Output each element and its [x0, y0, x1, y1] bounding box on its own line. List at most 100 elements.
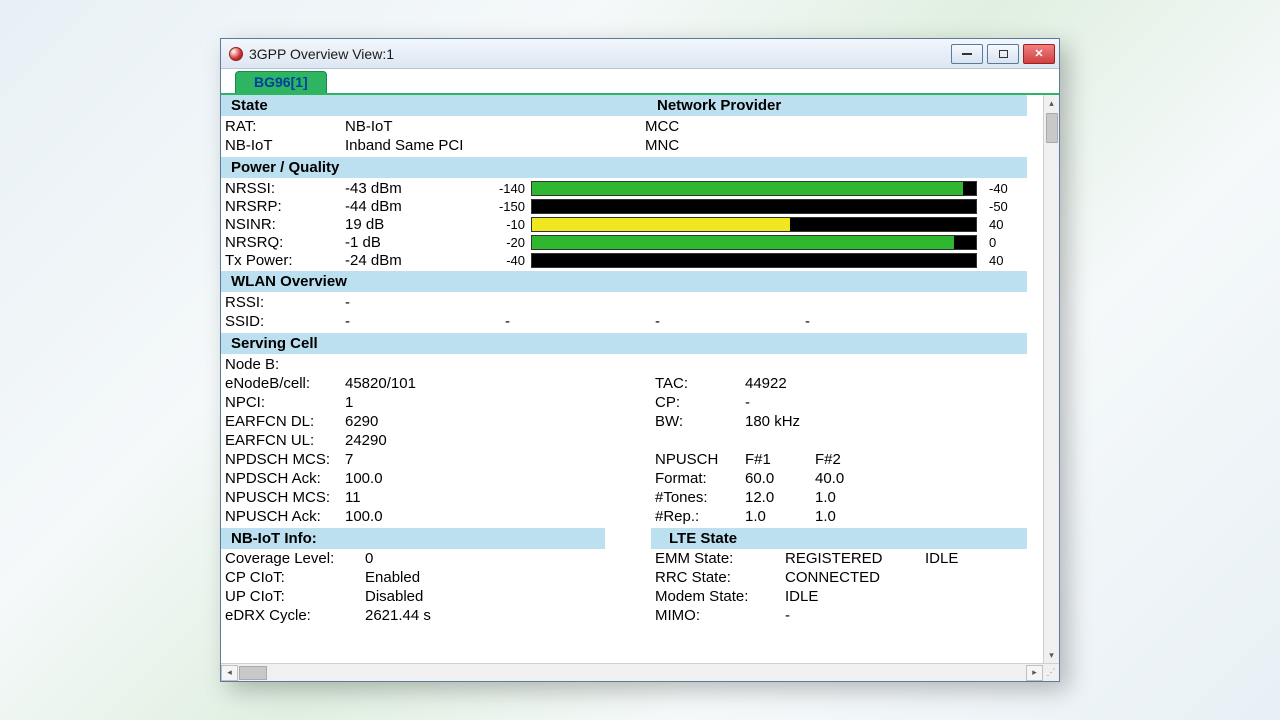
pq-min: -150 [485, 199, 525, 214]
lte-label: RRC State: [655, 569, 785, 588]
nbiot-value: 2621.44 s [365, 607, 485, 626]
vertical-scrollbar[interactable]: ▴ ▾ [1043, 95, 1059, 663]
lte-col: LTE State EMM State:REGISTEREDIDLERRC St… [651, 528, 1027, 628]
serving-row: TAC:44922 [655, 374, 1023, 393]
lte-extra [925, 607, 985, 626]
horizontal-scrollbar[interactable]: ◂ ▸ ⋰ [221, 663, 1059, 681]
serving-row: CP:- [655, 393, 1023, 412]
pq-bar-track [531, 253, 977, 268]
content: State Network Provider RAT: NB-IoT MCC N… [221, 95, 1059, 663]
mcc-label: MCC [645, 118, 865, 135]
resize-grip-icon[interactable]: ⋰ [1043, 665, 1059, 681]
serving-value: 24290 [345, 432, 645, 449]
serving-row: NPDSCH Ack:100.0 [225, 469, 655, 488]
pq-value: -24 dBm [345, 252, 485, 269]
serving-right-col: TAC:44922CP:-BW:180 kHz NPUSCH F#1 F#2 F… [655, 355, 1023, 526]
nbiot-row: CP CIoT:Enabled [225, 569, 647, 588]
ssid-value: - [345, 313, 505, 330]
lte-value: CONNECTED [785, 569, 925, 588]
pq-bar-fill [532, 182, 963, 195]
tab-strip: BG96[1] [221, 69, 1059, 95]
bottom-two-col: NB-IoT Info: Coverage Level:0CP CIoT:Ena… [221, 528, 1027, 628]
npusch-f2: 1.0 [815, 489, 885, 506]
lte-extra [925, 588, 985, 607]
pq-min: -20 [485, 235, 525, 250]
nbiot-value: 0 [365, 550, 485, 569]
network-provider-header: Network Provider [657, 97, 1017, 114]
tab-bg96[interactable]: BG96[1] [235, 71, 327, 93]
scroll-up-icon[interactable]: ▴ [1045, 95, 1059, 111]
pq-value: -43 dBm [345, 180, 485, 197]
pq-bar-fill [532, 236, 954, 249]
serving-cell-header: Serving Cell [231, 335, 1017, 352]
serving-label: TAC: [655, 375, 745, 392]
rssi-value: - [345, 294, 645, 311]
minimize-icon [962, 53, 972, 55]
npusch-label: #Rep.: [655, 508, 745, 525]
lte-row: Modem State:IDLE [655, 588, 1023, 607]
nbiot-row: UP CIoT:Disabled [225, 588, 647, 607]
hscroll-thumb[interactable] [239, 666, 267, 680]
section-header-wlan: WLAN Overview [221, 271, 1027, 292]
serving-value: - [745, 394, 865, 411]
vscroll-thumb[interactable] [1046, 113, 1058, 143]
pq-value: -1 dB [345, 234, 485, 251]
nbiot-value: Enabled [365, 569, 485, 588]
section-header-state: State Network Provider [221, 95, 1027, 116]
power-quality-row: NRSRP:-44 dBm-150-50 [225, 197, 1023, 215]
lte-extra [925, 569, 985, 588]
nbiot-label: Coverage Level: [225, 550, 365, 569]
nbiot-label: CP CIoT: [225, 569, 365, 588]
minimize-button[interactable] [951, 44, 983, 64]
ssid-label: SSID: [225, 313, 345, 330]
wlan-header: WLAN Overview [231, 273, 1017, 290]
lte-label: EMM State: [655, 550, 785, 569]
serving-value: 11 [345, 489, 645, 506]
npusch-f1: 1.0 [745, 508, 815, 525]
serving-row: EARFCN DL:6290 [225, 412, 655, 431]
state-row: NB-IoT Inband Same PCI MNC [225, 136, 1023, 155]
npusch-row: #Rep.:1.01.0 [655, 507, 1023, 526]
section-header-serving: Serving Cell [221, 333, 1027, 354]
rssi-label: RSSI: [225, 294, 345, 311]
close-button[interactable]: ✕ [1023, 44, 1055, 64]
serving-label: NPUSCH MCS: [225, 489, 345, 506]
scroll-right-icon[interactable]: ▸ [1026, 665, 1043, 681]
scroll-down-icon[interactable]: ▾ [1045, 647, 1059, 663]
power-quality-row: Tx Power:-24 dBm-40 40 [225, 251, 1023, 269]
window-title: 3GPP Overview View:1 [249, 46, 947, 62]
pq-min: -40 [485, 253, 525, 268]
pq-max: -50 [983, 199, 1023, 214]
pq-max: 40 [983, 253, 1023, 268]
npusch-f2-header: F#2 [815, 451, 885, 468]
pq-min: -10 [485, 217, 525, 232]
state-header: State [231, 97, 657, 114]
pq-max: 0 [983, 235, 1023, 250]
lte-state-header: LTE State [651, 528, 1027, 549]
lte-row: EMM State:REGISTEREDIDLE [655, 550, 1023, 569]
serving-label: NPDSCH MCS: [225, 451, 345, 468]
npusch-row: Format:60.040.0 [655, 469, 1023, 488]
npusch-label: Format: [655, 470, 745, 487]
nbiot-row: eDRX Cycle:2621.44 s [225, 607, 647, 626]
power-quality-row: NSINR:19 dB-1040 [225, 215, 1023, 233]
serving-row: eNodeB/cell:45820/101 [225, 374, 655, 393]
content-inner: State Network Provider RAT: NB-IoT MCC N… [221, 95, 1043, 663]
serving-label: NPDSCH Ack: [225, 470, 345, 487]
nbiot-body: Coverage Level:0CP CIoT:EnabledUP CIoT:D… [221, 549, 651, 628]
npusch-f2: 40.0 [815, 470, 885, 487]
lte-row: MIMO:- [655, 607, 1023, 626]
maximize-icon [999, 50, 1008, 58]
lte-extra: IDLE [925, 550, 985, 569]
scroll-left-icon[interactable]: ◂ [221, 665, 238, 681]
maximize-button[interactable] [987, 44, 1019, 64]
state-label: RAT: [225, 118, 345, 135]
nbiot-col: NB-IoT Info: Coverage Level:0CP CIoT:Ena… [221, 528, 651, 628]
serving-row: NPUSCH Ack:100.0 [225, 507, 655, 526]
pq-label: Tx Power: [225, 252, 345, 269]
serving-cell-body: Node B:eNodeB/cell:45820/101NPCI:1EARFCN… [221, 354, 1027, 528]
lte-value: IDLE [785, 588, 925, 607]
section-header-power: Power / Quality [221, 157, 1027, 178]
npusch-label: NPUSCH [655, 451, 745, 468]
ssid-extra: - [805, 313, 905, 330]
